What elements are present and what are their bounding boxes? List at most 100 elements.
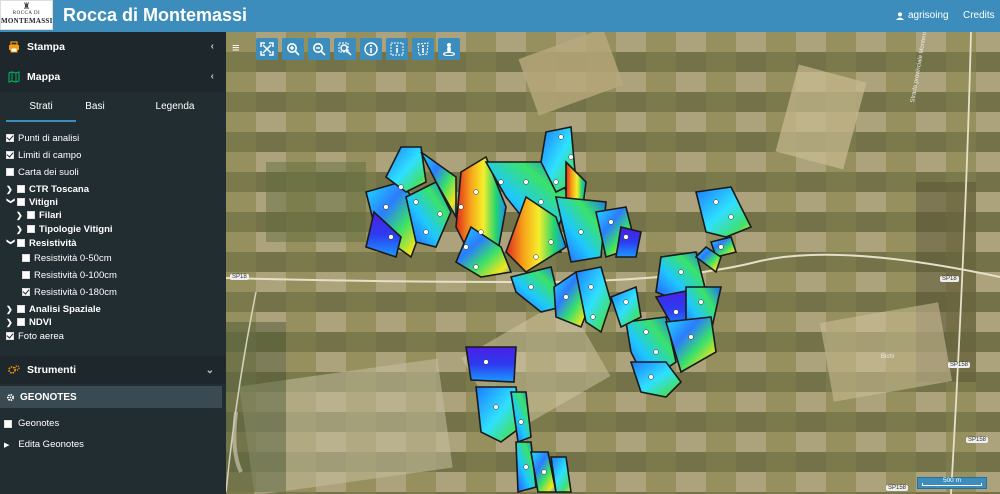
road-label: SP158 [886, 485, 909, 491]
caret-right-icon: ▶ [4, 441, 10, 449]
layer-resistivita-50[interactable]: Resistività 0-50cm [22, 251, 112, 265]
road-label: SP158 [966, 437, 989, 443]
stampa-label: Stampa [27, 41, 65, 53]
edita-geonotes-label: Edita Geonotes [18, 439, 84, 450]
checkbox[interactable] [17, 239, 25, 247]
user-menu[interactable]: agrisoing [896, 10, 949, 21]
edita-geonotes-item[interactable]: ▶ Edita Geonotes [4, 439, 84, 450]
section-stampa[interactable]: Stampa ‹ [0, 32, 226, 62]
geonotes-item[interactable]: Geonotes [4, 418, 59, 429]
checkbox[interactable] [17, 185, 25, 193]
caret-down-icon[interactable]: ❯ [7, 238, 16, 248]
checkbox[interactable] [27, 225, 35, 233]
checkbox[interactable] [22, 288, 30, 296]
checkbox[interactable] [17, 305, 25, 313]
street-view-button[interactable] [438, 38, 460, 60]
zoom-in-button[interactable] [282, 38, 304, 60]
checkbox[interactable] [6, 134, 14, 142]
zoom-box-icon [338, 42, 352, 56]
layer-label: Resistività [29, 237, 77, 249]
info-box-button[interactable] [386, 38, 408, 60]
checkbox[interactable] [17, 198, 25, 206]
zoom-out-icon [313, 43, 326, 56]
gears-icon [8, 365, 20, 374]
menu-toggle-icon[interactable]: ≡ [232, 40, 244, 55]
layer-vitigni[interactable]: ❯ Vitigni [6, 195, 58, 209]
layer-label: Foto aerea [18, 330, 64, 342]
checkbox[interactable] [6, 168, 14, 176]
layer-label: Vitigni [29, 196, 58, 208]
layer-punti-analisi[interactable]: Punti di analisi [6, 131, 79, 145]
layer-label: Analisi Spaziale [29, 303, 101, 315]
layer-carta-suoli[interactable]: Carta dei suoli [6, 165, 79, 179]
geonotes-head-label: GEONOTES [20, 391, 77, 403]
sidebar: Stampa ‹ Mappa ‹ Strati Basi Legenda Pun… [0, 32, 226, 494]
caret-right-icon[interactable]: ❯ [16, 225, 26, 234]
caret-right-icon[interactable]: ❯ [6, 185, 16, 194]
geonotes-label: Geonotes [18, 418, 60, 429]
info-button[interactable] [360, 38, 382, 60]
layer-label: Tipologie Vitigni [39, 223, 113, 235]
zoom-extent-button[interactable] [256, 38, 278, 60]
layer-ctr-toscana[interactable]: ❯ CTR Toscana [6, 182, 89, 196]
street-view-icon [443, 43, 455, 56]
logo[interactable]: ♜ ROCCA DI MONTEMASSI [0, 0, 53, 30]
caret-right-icon[interactable]: ❯ [6, 318, 16, 327]
layer-label: Resistività 0-180cm [34, 286, 117, 298]
checkbox[interactable] [6, 332, 14, 340]
layer-label: CTR Toscana [29, 183, 90, 195]
map-toolbar [256, 38, 460, 60]
road-label: SP158 [948, 362, 971, 368]
caret-right-icon[interactable]: ❯ [6, 305, 16, 314]
gear-icon [6, 393, 15, 401]
zoom-box-button[interactable] [334, 38, 356, 60]
checkbox[interactable] [17, 318, 25, 326]
map-view[interactable]: ≡ SP18 SP18 SP158 SP158 SP158 Strada pro… [226, 32, 1000, 494]
layer-ndvi[interactable]: ❯ NDVI [6, 315, 52, 329]
layer-foto-aerea[interactable]: Foto aerea [6, 329, 64, 343]
user-name: agrisoing [908, 10, 949, 21]
layer-limiti-campo[interactable]: Limiti di campo [6, 148, 81, 162]
layer-analisi-spaziale[interactable]: ❯ Analisi Spaziale [6, 302, 101, 316]
print-icon [9, 41, 19, 53]
geonotes-header[interactable]: GEONOTES [0, 386, 222, 408]
layer-resistivita-100[interactable]: Resistività 0-100cm [22, 268, 117, 282]
layer-label: Resistività 0-100cm [34, 269, 117, 281]
checkbox[interactable] [22, 271, 30, 279]
chevron-down-icon: ⌄ [205, 365, 214, 376]
top-bar: ♜ ROCCA DI MONTEMASSI Rocca di Montemass… [0, 0, 1000, 32]
section-mappa[interactable]: Mappa ‹ [0, 62, 226, 92]
credits-link[interactable]: Credits [963, 10, 995, 21]
road-label: SP18 [940, 276, 959, 282]
strumenti-label: Strumenti [27, 364, 77, 376]
layer-label: Resistività 0-50cm [34, 252, 112, 264]
user-icon [896, 11, 904, 20]
info-icon [364, 42, 378, 56]
chevron-left-icon: ‹ [210, 41, 214, 52]
aerial-map[interactable] [226, 32, 1000, 494]
caret-down-icon[interactable]: ❯ [7, 197, 16, 207]
checkbox[interactable] [27, 211, 35, 219]
info-polygon-button[interactable] [412, 38, 434, 60]
tab-legenda[interactable]: Legenda [140, 94, 210, 122]
layer-resistivita-180[interactable]: Resistività 0-180cm [22, 285, 117, 299]
layer-label: Carta dei suoli [18, 166, 79, 178]
mappa-label: Mappa [27, 71, 61, 83]
map-icon [8, 71, 20, 83]
info-box-icon [390, 42, 404, 56]
tab-basi[interactable]: Basi [60, 94, 130, 122]
layer-label: Filari [39, 209, 62, 221]
layer-label: Punti di analisi [18, 132, 80, 144]
section-strumenti[interactable]: Strumenti ⌄ [0, 356, 226, 384]
info-polygon-icon [417, 42, 429, 56]
layer-filari[interactable]: ❯ Filari [16, 208, 62, 222]
layer-tabs: Strati Basi Legenda [0, 94, 226, 122]
checkbox[interactable] [6, 151, 14, 159]
zoom-out-button[interactable] [308, 38, 330, 60]
layer-tipologie-vitigni[interactable]: ❯ Tipologie Vitigni [16, 222, 113, 236]
checkbox[interactable] [22, 254, 30, 262]
layer-label: NDVI [29, 316, 52, 328]
checkbox[interactable] [4, 419, 12, 428]
caret-right-icon[interactable]: ❯ [16, 211, 26, 220]
layer-resistivita[interactable]: ❯ Resistività [6, 236, 77, 250]
